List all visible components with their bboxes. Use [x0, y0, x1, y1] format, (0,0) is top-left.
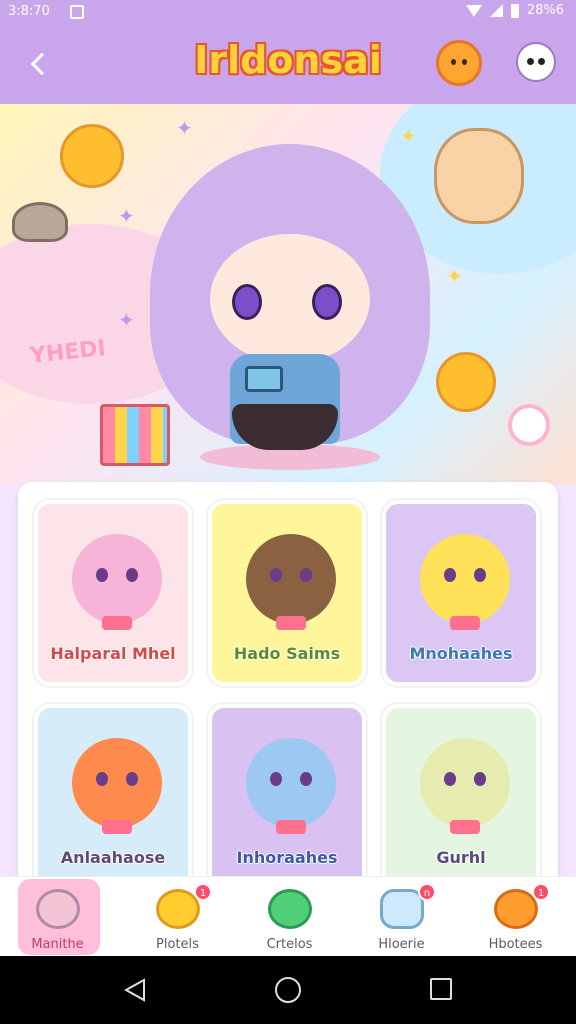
nav-item-crtelos[interactable]: Crtelos: [232, 877, 347, 957]
character-eye: [232, 284, 262, 320]
image-notification-icon: [70, 5, 84, 19]
character-avatar: [246, 534, 336, 624]
back-arrow-icon: [30, 52, 54, 76]
system-navigation-bar: [0, 956, 576, 1024]
status-time: 3:8:70: [8, 4, 50, 19]
bow-icon: [276, 820, 306, 834]
character-grid: Halparal Mhel Hado Saims Mnohaahes Anlaa…: [18, 482, 558, 892]
nav-label: Hbotees: [488, 937, 543, 952]
character-name: Gurhl: [436, 848, 486, 867]
nav-item-hloerie[interactable]: n Hloerie: [344, 877, 459, 957]
app-title: Irldonsai: [194, 38, 382, 82]
pig-icon: [36, 889, 80, 929]
nav-label: Crtelos: [266, 937, 313, 952]
ghost-icon: [380, 889, 424, 929]
system-home-icon[interactable]: [275, 977, 301, 1003]
nav-label: Plotels: [156, 937, 199, 952]
character-card[interactable]: Hado Saims: [208, 500, 366, 686]
star-icon: ✦: [118, 204, 135, 228]
character-avatar: [420, 534, 510, 624]
system-recents-icon[interactable]: [430, 978, 452, 1000]
character-card[interactable]: Halparal Mhel: [34, 500, 192, 686]
bow-icon: [450, 616, 480, 630]
orange-sticker-icon: [60, 124, 124, 188]
character-card[interactable]: Inhoraahes: [208, 704, 366, 890]
bow-icon: [102, 616, 132, 630]
notification-badge: 1: [194, 883, 212, 901]
character-name: Inhoraahes: [236, 848, 338, 867]
bow-icon: [102, 820, 132, 834]
character-card[interactable]: Gurhl: [382, 704, 540, 890]
nav-label: Hloerie: [378, 937, 425, 952]
back-button[interactable]: [18, 44, 58, 84]
orange-sticker-icon: [436, 352, 496, 412]
app-bar: Irldonsai: [0, 24, 576, 104]
bunny-girl-sticker-icon: [434, 128, 524, 224]
nav-item-hbotees[interactable]: 1 Hbotees: [458, 877, 573, 957]
battery-percent: 28%6: [526, 3, 564, 18]
frog-icon: [268, 889, 312, 929]
flower-icon: [508, 404, 550, 446]
character-avatar: [246, 738, 336, 828]
character-avatar: [72, 738, 162, 828]
bottom-navigation: Manithe 1 Plotels Crtelos n Hloerie 1 Hb…: [0, 876, 576, 956]
hero-banner: ✦ ✦ ✦ ✦ ✦ YHEDI: [0, 104, 576, 484]
notification-badge: 1: [532, 883, 550, 901]
nav-label: Manithe: [31, 937, 84, 952]
character-name: Halparal Mhel: [50, 644, 176, 663]
character-name: Anlaahaose: [60, 848, 166, 867]
wifi-icon: [465, 4, 482, 17]
system-back-icon[interactable]: [124, 978, 146, 1002]
character-eye: [312, 284, 342, 320]
nav-item-manithe[interactable]: Manithe: [0, 877, 115, 957]
bird-icon: [156, 889, 200, 929]
orange-icon: [494, 889, 538, 929]
character-name: Mnohaahes: [409, 644, 513, 663]
notification-badge: n: [418, 883, 436, 901]
gift-box-icon: [100, 404, 170, 466]
character-avatar: [72, 534, 162, 624]
status-right-icons: 28%6: [465, 3, 564, 18]
profile-avatar[interactable]: [516, 42, 556, 82]
bow-icon: [450, 820, 480, 834]
mushroom-sticker-icon: [12, 202, 68, 242]
bow-icon: [276, 616, 306, 630]
star-icon: ✦: [176, 116, 193, 140]
main-character-skirt: [232, 404, 338, 450]
star-icon: ✦: [400, 124, 417, 148]
star-icon: ✦: [446, 264, 463, 288]
star-icon: ✦: [118, 308, 135, 332]
character-avatar: [420, 738, 510, 828]
character-name: Hado Saims: [233, 644, 341, 663]
nav-item-plotels[interactable]: 1 Plotels: [120, 877, 235, 957]
character-card[interactable]: Mnohaahes: [382, 500, 540, 686]
character-card[interactable]: Anlaahaose: [34, 704, 192, 890]
mascot-icon[interactable]: [436, 40, 482, 86]
signal-icon: [489, 4, 503, 17]
phone-icon: [245, 366, 283, 392]
battery-icon: [510, 3, 519, 18]
status-bar: 3:8:70 28%6: [0, 0, 576, 24]
